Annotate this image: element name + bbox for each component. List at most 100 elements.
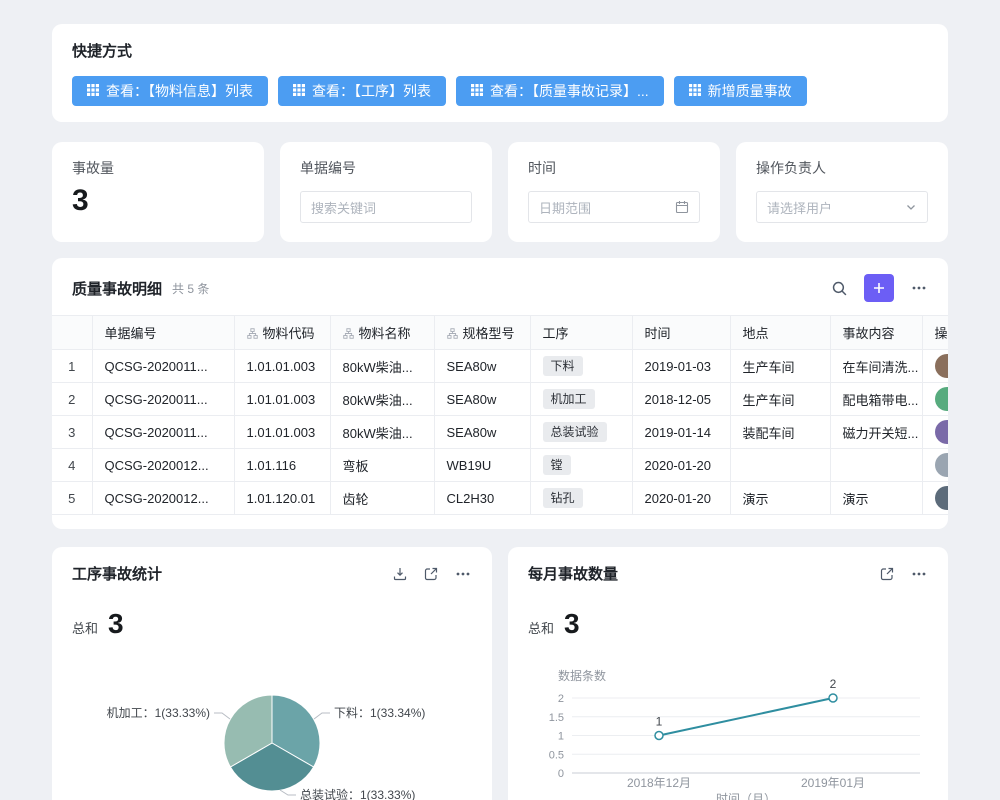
table-header-row: 单据编号 物料代码 物料名称 规格型号 工序 时间 地点 事故内容 操作负责人 (52, 316, 948, 350)
cell-doc: QCSG-2020011... (92, 350, 234, 383)
pie-chart: 下料：1(33.34%) 总装试验：1(33.33%) 机加工：1(33.33%) (72, 658, 472, 800)
process-tag: 镗 (543, 455, 571, 475)
svg-text:1: 1 (558, 731, 564, 743)
col-doc-number[interactable]: 单据编号 (92, 316, 234, 350)
date-range-input[interactable]: 日期范围 (528, 191, 700, 223)
col-label: 规格型号 (463, 326, 515, 341)
cell-content: 磁力开关短... (830, 416, 922, 449)
cell-name: 80kW柴油... (330, 383, 434, 416)
add-record-button[interactable] (864, 274, 894, 302)
grid-icon (471, 83, 483, 99)
col-owner[interactable]: 操作负责人 (922, 316, 948, 350)
cell-name: 弯板 (330, 449, 434, 482)
pie-card-header: 工序事故统计 (72, 563, 472, 584)
col-material-code[interactable]: 物料代码 (234, 316, 330, 350)
cell-owner (922, 416, 948, 449)
cell-place: 演示 (730, 482, 830, 515)
operator-select[interactable]: 请选择用户 (756, 191, 928, 223)
chevron-down-icon (905, 201, 917, 213)
sum-label: 总和 (72, 618, 98, 637)
open-in-new-icon[interactable] (879, 566, 895, 582)
open-in-new-icon[interactable] (423, 566, 439, 582)
shortcut-label: 查看：【质量事故记录】... (490, 81, 649, 101)
table-scroll-area[interactable]: 单据编号 物料代码 物料名称 规格型号 工序 时间 地点 事故内容 操作负责人 … (52, 315, 948, 515)
cell-process: 下料 (530, 350, 632, 383)
col-spec-model[interactable]: 规格型号 (434, 316, 530, 350)
svg-text:2: 2 (558, 693, 564, 705)
table-row[interactable]: 5 QCSG-2020012... 1.01.120.01 齿轮 CL2H30 … (52, 482, 948, 515)
cell-place: 装配车间 (730, 416, 830, 449)
svg-text:总装试验：1(33.33%): 总装试验：1(33.33%) (300, 787, 415, 800)
col-label: 物料代码 (263, 326, 315, 341)
cell-code: 1.01.01.003 (234, 416, 330, 449)
line-card-header: 每月事故数量 (528, 563, 928, 584)
shortcut-view-materials-button[interactable]: 查看：【物料信息】列表 (72, 76, 268, 106)
cell-doc: QCSG-2020011... (92, 383, 234, 416)
doc-number-input[interactable]: 搜索关键词 (300, 191, 472, 223)
sum-label: 总和 (528, 618, 554, 637)
shortcut-view-process-button[interactable]: 查看：【工序】列表 (278, 76, 446, 106)
grid-icon (689, 83, 701, 99)
svg-text:0: 0 (558, 768, 564, 780)
cell-process: 镗 (530, 449, 632, 482)
svg-text:2018年12月: 2018年12月 (627, 776, 691, 790)
cell-time: 2020-01-20 (632, 482, 730, 515)
pie-sum-row: 总和 3 (72, 608, 472, 640)
avatar (935, 420, 949, 444)
accident-detail-card: 质量事故明细 共 5 条 单据编号 物料代码 物料名称 (52, 258, 948, 529)
search-icon[interactable] (831, 280, 848, 297)
relation-icon (343, 327, 354, 342)
shortcut-view-quality-records-button[interactable]: 查看：【质量事故记录】... (456, 76, 664, 106)
row-index: 1 (52, 350, 92, 383)
pie-card-title: 工序事故统计 (72, 563, 162, 584)
svg-text:数据条数: 数据条数 (558, 668, 606, 683)
row-index: 2 (52, 383, 92, 416)
col-process[interactable]: 工序 (530, 316, 632, 350)
charts-row: 工序事故统计 总和 3 下料：1(33.34%) 总装试验：1(33.33%) 机加… (52, 547, 948, 800)
svg-text:2019年01月: 2019年01月 (801, 776, 865, 790)
avatar (935, 387, 949, 411)
pie-card-actions (392, 565, 472, 583)
shortcut-label: 查看：【物料信息】列表 (106, 81, 253, 101)
cell-model: WB19U (434, 449, 530, 482)
doc-number-label: 单据编号 (300, 158, 472, 178)
col-content[interactable]: 事故内容 (830, 316, 922, 350)
more-icon[interactable] (454, 565, 472, 583)
accident-count-label: 事故量 (72, 158, 244, 178)
col-time[interactable]: 时间 (632, 316, 730, 350)
cell-doc: QCSG-2020012... (92, 482, 234, 515)
col-place[interactable]: 地点 (730, 316, 830, 350)
monthly-accident-count-card: 每月事故数量 总和 3 00.511.5212018年12月22019年01月数… (508, 547, 948, 800)
avatar (935, 354, 949, 378)
line-card-actions (879, 565, 928, 583)
col-index (52, 316, 92, 350)
cell-model: SEA80w (434, 383, 530, 416)
table-row[interactable]: 3 QCSG-2020011... 1.01.01.003 80kW柴油... … (52, 416, 948, 449)
cell-model: SEA80w (434, 350, 530, 383)
row-index: 5 (52, 482, 92, 515)
cell-name: 齿轮 (330, 482, 434, 515)
operator-label: 操作负责人 (756, 158, 928, 178)
cell-time: 2019-01-03 (632, 350, 730, 383)
table-row[interactable]: 2 QCSG-2020011... 1.01.01.003 80kW柴油... … (52, 383, 948, 416)
svg-text:机加工：1(33.33%): 机加工：1(33.33%) (107, 706, 210, 720)
operator-placeholder: 请选择用户 (767, 198, 832, 217)
process-tag: 总装试验 (543, 422, 607, 442)
process-tag: 钻孔 (543, 488, 583, 508)
shortcut-label: 新增质量事故 (708, 81, 792, 101)
cell-name: 80kW柴油... (330, 416, 434, 449)
cell-owner (922, 383, 948, 416)
table-row[interactable]: 4 QCSG-2020012... 1.01.116 弯板 WB19U 镗 20… (52, 449, 948, 482)
svg-text:下料：1(33.34%): 下料：1(33.34%) (334, 706, 425, 720)
cell-code: 1.01.01.003 (234, 383, 330, 416)
avatar (935, 486, 949, 510)
more-icon[interactable] (910, 565, 928, 583)
relation-icon (247, 327, 258, 342)
cell-process: 钻孔 (530, 482, 632, 515)
shortcut-add-accident-button[interactable]: 新增质量事故 (674, 76, 807, 106)
more-icon[interactable] (910, 279, 928, 297)
cell-place (730, 449, 830, 482)
col-material-name[interactable]: 物料名称 (330, 316, 434, 350)
table-row[interactable]: 1 QCSG-2020011... 1.01.01.003 80kW柴油... … (52, 350, 948, 383)
export-image-icon[interactable] (392, 566, 408, 582)
